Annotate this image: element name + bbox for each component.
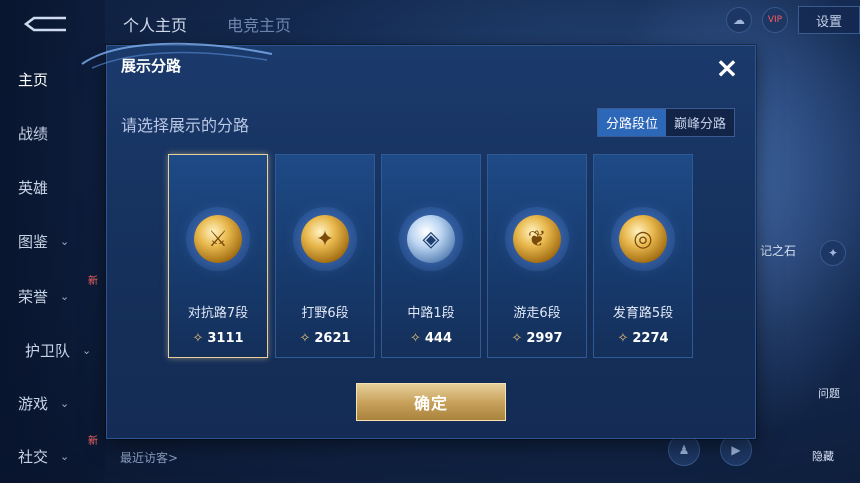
- route-card-roam[interactable]: ❦ 游走6段 ✧ 2997: [487, 154, 587, 358]
- rank-medal-icon: ◈: [407, 215, 455, 263]
- rank-medal-icon: ◎: [619, 215, 667, 263]
- nav-item-codex[interactable]: 图鉴 ⌄: [18, 228, 98, 254]
- route-rank: 游走6段: [513, 306, 561, 321]
- back-icon[interactable]: [22, 14, 68, 34]
- nav-item-guard[interactable]: 护卫队 ⌄: [25, 337, 105, 363]
- route-card-top-lane[interactable]: ⚔ 对抗路7段 ✧ 3111: [168, 154, 268, 358]
- route-type-toggle: 分路段位 巅峰分路: [596, 108, 735, 137]
- score-value: 2997: [526, 331, 563, 346]
- nav-item-honor[interactable]: 荣誉 ⌄: [18, 283, 98, 309]
- recent-visitors[interactable]: 最近访客>: [120, 449, 178, 466]
- chevron-down-icon: ⌄: [60, 449, 70, 463]
- route-rank: 中路1段: [407, 306, 455, 321]
- nav-item-social[interactable]: 社交 ⌄: [18, 443, 98, 469]
- route-rank: 发育路5段: [612, 306, 674, 321]
- segment-route-rank[interactable]: 分路段位: [597, 109, 666, 136]
- confirm-button[interactable]: 确定: [356, 383, 506, 421]
- new-badge: 新: [88, 276, 98, 287]
- rank-medal-icon: ❦: [513, 215, 561, 263]
- route-rank: 对抗路7段: [187, 306, 249, 321]
- score-icon: ✧: [617, 331, 629, 346]
- nav-item-hero[interactable]: 英雄: [18, 174, 98, 200]
- score-icon: ✧: [409, 331, 421, 346]
- nav-item-game[interactable]: 游戏 ⌄: [18, 390, 98, 416]
- rank-medal-icon: ✦: [301, 215, 349, 263]
- nav-label: 主页: [18, 70, 49, 89]
- side-badge[interactable]: 隐藏: [812, 448, 834, 464]
- route-card-farm-lane[interactable]: ◎ 发育路5段 ✧ 2274: [593, 154, 693, 358]
- nav-label: 荣誉: [18, 287, 49, 306]
- side-badge[interactable]: 问题: [818, 385, 840, 401]
- nav-label: 图鉴: [18, 232, 49, 251]
- close-icon: ×: [715, 51, 739, 84]
- route-score: ✧ 3111: [169, 331, 267, 346]
- settings-button[interactable]: 设置: [798, 6, 860, 34]
- map-marker-icon: ✦: [820, 240, 846, 266]
- route-rank: 打野6段: [301, 306, 349, 321]
- score-value: 444: [424, 331, 453, 346]
- score-icon: ✧: [192, 331, 204, 346]
- stone-label: 记之石: [760, 244, 797, 258]
- tab-profile[interactable]: 个人主页: [123, 12, 187, 36]
- nav-label: 战绩: [18, 124, 49, 143]
- close-button[interactable]: ×: [713, 54, 741, 82]
- nav-label: 游戏: [18, 394, 49, 413]
- route-card-mid-lane[interactable]: ◈ 中路1段 ✧ 444: [381, 154, 481, 358]
- dialog-subtitle: 请选择展示的分路: [121, 116, 250, 135]
- route-card-jungle[interactable]: ✦ 打野6段 ✧ 2621: [275, 154, 375, 358]
- recent-visitors-label: 最近访客>: [120, 451, 179, 465]
- nav-label: 社交: [18, 447, 49, 466]
- route-score: ✧ 2621: [276, 331, 374, 346]
- score-value: 3111: [207, 331, 244, 346]
- score-value: 2274: [632, 331, 669, 346]
- route-score: ✧ 444: [382, 331, 480, 346]
- chevron-down-icon: ⌄: [60, 234, 70, 248]
- chat-icon[interactable]: ☁: [726, 7, 752, 33]
- score-value: 2621: [314, 331, 351, 346]
- segment-peak-route[interactable]: 巅峰分路: [665, 109, 734, 136]
- rank-medal-icon: ⚔: [194, 215, 242, 263]
- score-icon: ✧: [299, 331, 311, 346]
- nav-label: 护卫队: [25, 341, 71, 360]
- dialog-title: 展示分路: [121, 57, 182, 75]
- nav-label: 英雄: [18, 178, 49, 197]
- route-display-dialog: 展示分路 × 请选择展示的分路 分路段位 巅峰分路 ⚔ 对抗路7段 ✧ 3111 …: [81, 42, 756, 439]
- route-score: ✧ 2274: [594, 331, 692, 346]
- top-icons: ☁ VIP 设置: [726, 6, 860, 34]
- vip-icon[interactable]: VIP: [762, 7, 788, 33]
- route-score: ✧ 2997: [488, 331, 586, 346]
- chevron-down-icon: ⌄: [60, 289, 70, 303]
- new-badge: 新: [88, 436, 98, 447]
- chevron-down-icon: ⌄: [82, 343, 92, 357]
- chevron-down-icon: ⌄: [60, 396, 70, 410]
- tab-esports[interactable]: 电竞主页: [227, 12, 291, 36]
- score-icon: ✧: [511, 331, 523, 346]
- nav-item-record[interactable]: 战绩: [18, 120, 98, 146]
